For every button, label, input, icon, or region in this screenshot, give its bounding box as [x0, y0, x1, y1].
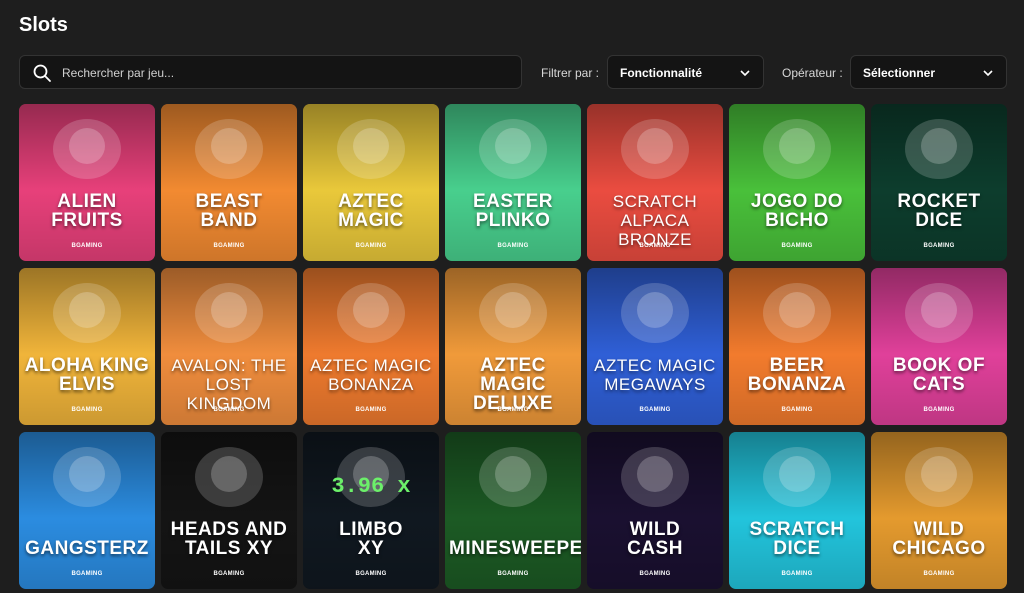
- provider-label: BGAMING: [497, 243, 529, 249]
- game-tile[interactable]: ALIEN FRUITS BGAMING: [19, 104, 155, 261]
- game-tile[interactable]: HEADS AND TAILS XY BGAMING: [161, 432, 297, 589]
- game-tile[interactable]: AZTEC MAGIC DELUXE BGAMING: [445, 268, 581, 425]
- page-title: Slots: [19, 14, 68, 36]
- monsters-art: [19, 432, 155, 589]
- vortex-art: [587, 432, 723, 589]
- game-title: BEER BONANZA: [747, 355, 847, 395]
- game-title: ALIEN FRUITS: [51, 191, 123, 231]
- game-tile[interactable]: EASTER PLINKO BGAMING: [445, 104, 581, 261]
- provider-label: BGAMING: [639, 407, 671, 413]
- provider-label: BGAMING: [71, 407, 103, 413]
- dice-cup-art: [871, 104, 1007, 261]
- provider-label: BGAMING: [923, 571, 955, 577]
- game-title: GANGSTERZ: [25, 538, 149, 559]
- chevron-down-icon: [740, 70, 750, 77]
- game-tile[interactable]: AZTEC MAGIC BONANZA BGAMING: [303, 268, 439, 425]
- game-tile[interactable]: WILD CHICAGO BGAMING: [871, 432, 1007, 589]
- game-title: AZTEC MAGIC: [338, 191, 404, 231]
- aztec-queen-art: [303, 104, 439, 261]
- alien-fruits-art: [19, 104, 155, 261]
- provider-label: BGAMING: [213, 243, 245, 249]
- game-title: SCRATCH DICE: [749, 519, 845, 559]
- game-tile[interactable]: BEAST BAND BGAMING: [161, 104, 297, 261]
- game-tile[interactable]: MINESWEEPER BGAMING: [445, 432, 581, 589]
- game-title: WILD CASH: [627, 519, 683, 559]
- provider-label: BGAMING: [781, 407, 813, 413]
- game-tile[interactable]: AZTEC MAGIC BGAMING: [303, 104, 439, 261]
- game-tile[interactable]: WILD CASH BGAMING: [587, 432, 723, 589]
- game-title: SCRATCH ALPACA BRONZE: [612, 192, 698, 249]
- filter-value: Fonctionnalité: [620, 66, 702, 80]
- mine-flag-art: [445, 432, 581, 589]
- gold-coins-art: [161, 432, 297, 589]
- game-title: JOGO DO BICHO: [750, 191, 844, 231]
- game-title: BOOK OF CATS: [892, 355, 986, 395]
- provider-label: BGAMING: [355, 407, 387, 413]
- aztec-pyramid-art: [587, 268, 723, 425]
- game-tile[interactable]: GANGSTERZ BGAMING: [19, 432, 155, 589]
- provider-label: BGAMING: [781, 571, 813, 577]
- operator-value: Sélectionner: [863, 66, 936, 80]
- game-title: AVALON: THE LOST KINGDOM: [171, 356, 287, 413]
- game-tile[interactable]: ALOHA KING ELVIS BGAMING: [19, 268, 155, 425]
- provider-label: BGAMING: [497, 571, 529, 577]
- provider-label: BGAMING: [213, 571, 245, 577]
- provider-label: BGAMING: [923, 407, 955, 413]
- scratch-dice-art: [729, 432, 865, 589]
- lion-singer-art: [161, 104, 297, 261]
- game-tile[interactable]: 3.96 x LIMBO XY BGAMING: [303, 432, 439, 589]
- crocodile-crate-art: [729, 104, 865, 261]
- search-box[interactable]: [19, 55, 522, 90]
- aztec-warrior-art: [303, 268, 439, 425]
- provider-label: BGAMING: [497, 407, 529, 413]
- provider-label: BGAMING: [639, 243, 671, 249]
- chevron-down-icon: [983, 70, 993, 77]
- green-egg-art: [445, 104, 581, 261]
- game-title: AZTEC MAGIC BONANZA: [310, 356, 432, 394]
- game-title: LIMBO XY: [339, 519, 403, 559]
- search-icon: [33, 64, 51, 82]
- gangster-croc-art: [871, 432, 1007, 589]
- beer-barrel-art: [729, 268, 865, 425]
- provider-label: BGAMING: [781, 243, 813, 249]
- filter-select[interactable]: Fonctionnalité: [607, 55, 764, 89]
- operator-select[interactable]: Sélectionner: [850, 55, 1007, 89]
- game-tile[interactable]: SCRATCH ALPACA BRONZE BGAMING: [587, 104, 723, 261]
- game-title: HEADS AND TAILS XY: [170, 519, 288, 559]
- game-tile[interactable]: BEER BONANZA BGAMING: [729, 268, 865, 425]
- operator-label: Opérateur :: [782, 66, 843, 80]
- provider-label: BGAMING: [213, 407, 245, 413]
- provider-label: BGAMING: [923, 243, 955, 249]
- game-title: WILD CHICAGO: [892, 519, 986, 559]
- limbo-screen-art: [303, 432, 439, 589]
- game-title: ALOHA KING ELVIS: [24, 355, 150, 395]
- provider-label: BGAMING: [355, 243, 387, 249]
- game-title: EASTER PLINKO: [472, 191, 554, 231]
- game-title: AZTEC MAGIC DELUXE: [472, 355, 554, 414]
- game-title: MINESWEEPER: [449, 538, 581, 559]
- game-tile[interactable]: AZTEC MAGIC MEGAWAYS BGAMING: [587, 268, 723, 425]
- multiplier-display: 3.96 x: [331, 474, 411, 499]
- game-title: AZTEC MAGIC MEGAWAYS: [594, 356, 716, 394]
- cat-mask-art: [871, 268, 1007, 425]
- game-tile[interactable]: AVALON: THE LOST KINGDOM BGAMING: [161, 268, 297, 425]
- provider-label: BGAMING: [71, 571, 103, 577]
- game-tile[interactable]: BOOK OF CATS BGAMING: [871, 268, 1007, 425]
- provider-label: BGAMING: [355, 571, 387, 577]
- filter-label: Filtrer par :: [541, 66, 600, 80]
- search-input[interactable]: [60, 56, 514, 90]
- game-tile[interactable]: ROCKET DICE BGAMING: [871, 104, 1007, 261]
- game-tile[interactable]: SCRATCH DICE BGAMING: [729, 432, 865, 589]
- game-title: BEAST BAND: [195, 191, 263, 231]
- frog-king-art: [19, 268, 155, 425]
- game-tile[interactable]: JOGO DO BICHO BGAMING: [729, 104, 865, 261]
- provider-label: BGAMING: [71, 243, 103, 249]
- game-title: ROCKET DICE: [897, 191, 981, 231]
- provider-label: BGAMING: [639, 571, 671, 577]
